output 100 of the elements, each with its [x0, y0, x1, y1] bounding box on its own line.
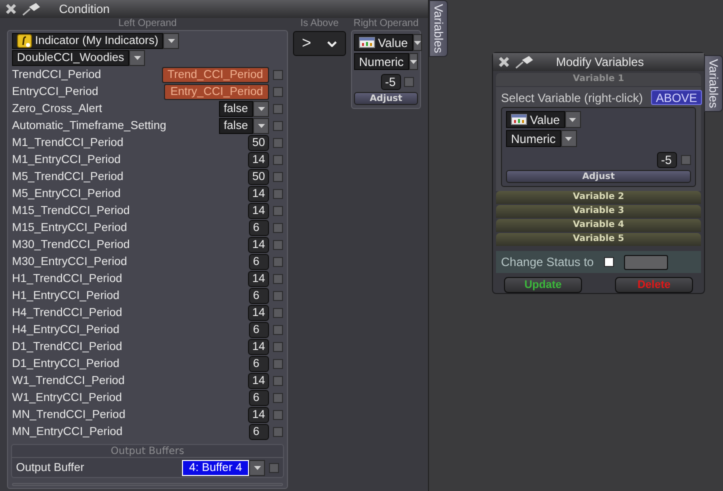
- pin-icon[interactable]: [21, 2, 41, 16]
- parameter-label: M15_TrendCCI_Period: [12, 205, 131, 217]
- chart-icon: [359, 37, 375, 48]
- parameter-label: D1_EntryCCI_Period: [12, 358, 120, 370]
- checkbox[interactable]: [273, 155, 283, 165]
- close-icon[interactable]: [5, 3, 17, 15]
- update-button[interactable]: Update: [504, 277, 582, 293]
- parameter-label: W1_EntryCCI_Period: [12, 392, 123, 404]
- checkbox[interactable]: [273, 291, 283, 301]
- parameter-label: H1_EntryCCI_Period: [12, 290, 120, 302]
- parameter-label: M5_EntryCCI_Period: [12, 188, 122, 200]
- checkbox[interactable]: [273, 410, 283, 420]
- parameter-label: MN_TrendCCI_Period: [12, 409, 126, 421]
- section-label: Right Operand: [352, 18, 420, 30]
- checkbox[interactable]: [273, 87, 283, 97]
- parameter-label: H4_TrendCCI_Period: [12, 307, 124, 319]
- parameter-label: MN_EntryCCI_Period: [12, 426, 124, 438]
- operator-dropdown[interactable]: >: [293, 31, 346, 56]
- checkbox[interactable]: [273, 206, 283, 216]
- parameter-label: D1_TrendCCI_Period: [12, 341, 124, 353]
- parameter-label: TrendCCI_Period: [12, 69, 102, 81]
- checkbox[interactable]: [273, 121, 283, 131]
- select-label: Select Variable (right-click): [501, 90, 643, 104]
- window-title: Modify Variables: [556, 55, 644, 69]
- checkbox[interactable]: [273, 257, 283, 267]
- caret-icon: [168, 39, 175, 43]
- status-field[interactable]: [624, 254, 668, 270]
- adjust-button[interactable]: Adjust: [354, 92, 418, 105]
- pin-icon[interactable]: [514, 55, 534, 69]
- checkbox[interactable]: [273, 223, 283, 233]
- checkbox[interactable]: [273, 376, 283, 386]
- number-field[interactable]: 14: [248, 339, 269, 355]
- number-field[interactable]: 50: [248, 135, 269, 151]
- number-field[interactable]: 6: [249, 254, 269, 270]
- checkbox[interactable]: [273, 104, 283, 114]
- checkbox[interactable]: [404, 77, 414, 87]
- checkbox[interactable]: [273, 240, 283, 250]
- checkbox[interactable]: [604, 257, 614, 267]
- parameter-label: W1_TrendCCI_Period: [12, 375, 126, 387]
- checkbox[interactable]: [273, 138, 283, 148]
- caret-icon: [258, 107, 264, 111]
- variable-badge: ABOVE: [650, 90, 702, 105]
- number-field[interactable]: 6: [249, 322, 269, 338]
- section-label: Is Above: [299, 18, 340, 30]
- adjust-button[interactable]: Adjust: [506, 170, 691, 183]
- number-field[interactable]: 6: [249, 356, 269, 372]
- number-field[interactable]: 14: [248, 407, 269, 423]
- section-label: Left Operand: [117, 18, 178, 30]
- checkbox[interactable]: [273, 189, 283, 199]
- function-icon: [17, 34, 32, 48]
- number-field[interactable]: 6: [249, 390, 269, 406]
- number-field[interactable]: 6: [249, 220, 269, 236]
- checkbox[interactable]: [273, 427, 283, 437]
- checkbox[interactable]: [273, 172, 283, 182]
- chart-icon: [511, 114, 527, 125]
- parameter-label: M30_TrendCCI_Period: [12, 239, 131, 251]
- variable-header[interactable]: Variable 5: [496, 233, 701, 246]
- parameter-label: EntryCCI_Period: [12, 86, 100, 98]
- variables-tab[interactable]: Variables: [704, 55, 723, 112]
- checkbox[interactable]: [269, 462, 279, 472]
- parameter-label: M5_TrendCCI_Period: [12, 171, 124, 183]
- caret-icon: [254, 466, 260, 470]
- checkbox[interactable]: [681, 155, 691, 165]
- number-field[interactable]: -5: [657, 152, 677, 168]
- caret-icon: [410, 60, 417, 64]
- number-field[interactable]: 14: [248, 237, 269, 253]
- number-field[interactable]: 14: [248, 305, 269, 321]
- caret-icon: [565, 136, 572, 140]
- number-field[interactable]: 50: [248, 169, 269, 185]
- checkbox[interactable]: [273, 393, 283, 403]
- parameter-label: M1_EntryCCI_Period: [12, 154, 122, 166]
- variable-header[interactable]: Variable 4: [496, 219, 701, 232]
- parameter-label: Automatic_Timeframe_Setting: [12, 120, 168, 132]
- variable-header[interactable]: Variable 2: [496, 191, 701, 204]
- window-title: Condition: [59, 2, 110, 16]
- checkbox[interactable]: [273, 325, 283, 335]
- parameter-label: Zero_Cross_Alert: [12, 103, 104, 115]
- parameter-label: M30_EntryCCI_Period: [12, 256, 128, 268]
- parameter-label: M1_TrendCCI_Period: [12, 137, 124, 149]
- caret-icon: [569, 118, 576, 122]
- checkbox[interactable]: [273, 342, 283, 352]
- checkbox[interactable]: [273, 359, 283, 369]
- number-field[interactable]: 14: [248, 373, 269, 389]
- parameter-label: Output Buffer: [16, 462, 86, 474]
- number-field[interactable]: 14: [248, 186, 269, 202]
- chevron-icon: [327, 40, 338, 46]
- checkbox[interactable]: [273, 308, 283, 318]
- close-icon[interactable]: [498, 56, 510, 68]
- status-label: Change Status to: [501, 255, 594, 269]
- number-field[interactable]: -5: [381, 74, 401, 90]
- number-field[interactable]: 14: [248, 271, 269, 287]
- number-field[interactable]: 6: [249, 288, 269, 304]
- number-field[interactable]: 6: [249, 424, 269, 440]
- variable-header[interactable]: Variable 3: [496, 205, 701, 218]
- number-field[interactable]: 14: [248, 152, 269, 168]
- variables-tab[interactable]: Variables: [429, 0, 448, 58]
- number-field[interactable]: 14: [248, 203, 269, 219]
- checkbox[interactable]: [273, 274, 283, 284]
- section-header: Output Buffers: [12, 445, 283, 458]
- checkbox[interactable]: [273, 70, 283, 80]
